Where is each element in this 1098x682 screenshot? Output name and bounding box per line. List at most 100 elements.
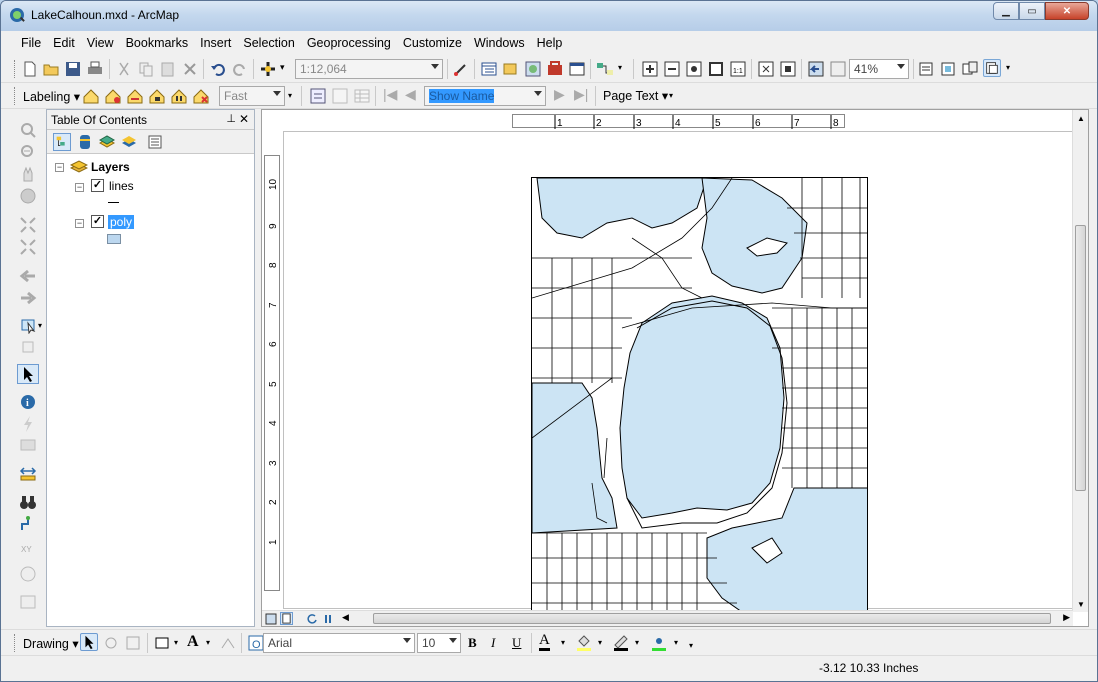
go-forward-extent-page-icon[interactable]: [829, 60, 847, 78]
clear-selection-tool[interactable]: [17, 337, 39, 357]
fill-color-icon[interactable]: [575, 633, 593, 651]
label-quality-combo[interactable]: Fast: [219, 86, 285, 106]
poly-collapse-toggle[interactable]: −: [75, 219, 84, 228]
change-layout-icon[interactable]: [961, 60, 979, 78]
layout-zoom-combo[interactable]: 41%: [849, 59, 909, 79]
next-extent-tool[interactable]: [17, 288, 39, 308]
select-elements-icon[interactable]: [80, 633, 98, 651]
lines-visibility-checkbox[interactable]: ✓: [91, 179, 104, 192]
font-combo[interactable]: Arial: [263, 633, 415, 653]
python-window-icon[interactable]: [568, 60, 586, 78]
layout-view[interactable]: 1 2 3 4 5 6 7 8 10 9 8 7 6 5 4 3 2 1 ▲ ▼…: [261, 109, 1089, 627]
lines-collapse-toggle[interactable]: −: [75, 183, 84, 192]
toolbar-grip[interactable]: [14, 60, 17, 78]
annotation-table-icon[interactable]: [353, 87, 371, 105]
font-color-icon[interactable]: A: [539, 633, 550, 651]
find-tool[interactable]: [17, 492, 39, 512]
identify-tool[interactable]: i: [17, 392, 39, 412]
list-by-drawing-order-icon[interactable]: [53, 133, 71, 151]
label-weight-icon[interactable]: [126, 87, 144, 105]
menu-insert[interactable]: Insert: [194, 36, 237, 50]
pan-page-icon[interactable]: [685, 60, 703, 78]
scroll-up-icon[interactable]: ▲: [1077, 114, 1085, 123]
minimize-button[interactable]: ▁: [993, 2, 1019, 20]
marker-color-icon[interactable]: [650, 633, 668, 651]
full-extent-tool[interactable]: [17, 186, 39, 206]
maximize-button[interactable]: ▭: [1019, 2, 1045, 20]
layout-view-icon[interactable]: [280, 612, 293, 625]
line-color-icon[interactable]: [612, 633, 630, 651]
menu-geoprocessing[interactable]: Geoprocessing: [301, 36, 397, 50]
menu-windows[interactable]: Windows: [468, 36, 531, 50]
menu-file[interactable]: File: [15, 36, 47, 50]
go-to-xy-tool[interactable]: XY: [17, 536, 39, 556]
toolbar-grip[interactable]: [14, 87, 17, 105]
redo-icon[interactable]: [231, 60, 249, 78]
poly-visibility-checkbox[interactable]: ✓: [91, 215, 104, 228]
rectangle-icon[interactable]: [153, 634, 171, 652]
model-builder-icon[interactable]: [596, 60, 614, 78]
new-document-icon[interactable]: [21, 60, 39, 78]
menu-bookmarks[interactable]: Bookmarks: [120, 36, 195, 50]
fixed-zoom-out-page-icon[interactable]: [779, 60, 797, 78]
hyperlink-tool[interactable]: [17, 414, 39, 434]
catalog-icon[interactable]: [502, 60, 520, 78]
pause-labeling-icon[interactable]: [170, 87, 188, 105]
zoom-whole-page-icon[interactable]: [707, 60, 725, 78]
previous-extent-tool[interactable]: [17, 266, 39, 286]
zoom-100-percent-icon[interactable]: 1:1: [729, 60, 747, 78]
show-field-combo[interactable]: Show Name: [424, 86, 546, 106]
italic-button[interactable]: I: [491, 635, 495, 651]
view-unplaced-labels-icon[interactable]: [192, 87, 210, 105]
data-frame[interactable]: [531, 177, 868, 611]
delete-icon[interactable]: [181, 60, 199, 78]
fixed-zoom-in-page-icon[interactable]: [757, 60, 775, 78]
add-data-icon[interactable]: [259, 60, 277, 78]
arctoolbox-icon[interactable]: [546, 60, 564, 78]
zoom-out-page-icon[interactable]: [663, 60, 681, 78]
copy-icon[interactable]: [137, 60, 155, 78]
html-popup-tool[interactable]: [17, 436, 39, 456]
table-of-contents-icon[interactable]: [480, 60, 498, 78]
refresh-icon[interactable]: [306, 613, 318, 625]
new-annotation-icon[interactable]: [331, 87, 349, 105]
menu-help[interactable]: Help: [531, 36, 569, 50]
menu-edit[interactable]: Edit: [47, 36, 81, 50]
toggle-draft-mode-icon[interactable]: [917, 60, 935, 78]
edit-vertices-icon[interactable]: [219, 634, 237, 652]
data-view-icon[interactable]: [265, 613, 277, 625]
zoom-in-tool[interactable]: [17, 120, 39, 140]
time-slider-tool[interactable]: [17, 564, 39, 584]
convert-labels-icon[interactable]: [309, 87, 327, 105]
last-record-icon[interactable]: ▶|: [574, 86, 588, 103]
create-viewer-tool[interactable]: [17, 592, 39, 612]
open-folder-icon[interactable]: [42, 60, 60, 78]
zoom-in-page-icon[interactable]: [641, 60, 659, 78]
labeling-menu[interactable]: Labeling ▾: [23, 89, 80, 104]
menu-view[interactable]: View: [81, 36, 120, 50]
pan-tool[interactable]: [17, 164, 39, 184]
underline-button[interactable]: U: [512, 635, 521, 651]
horizontal-scrollbar[interactable]: ▶: [355, 610, 1073, 626]
select-elements-tool[interactable]: [17, 364, 39, 384]
pin-icon[interactable]: ⊥: [226, 112, 236, 125]
close-button[interactable]: ✕: [1045, 2, 1089, 20]
select-features-tool[interactable]: ▾: [17, 315, 45, 335]
text-tool-icon[interactable]: A: [187, 633, 199, 651]
focus-data-frame-icon[interactable]: [939, 60, 957, 78]
find-route-tool[interactable]: [17, 514, 39, 534]
bold-button[interactable]: B: [468, 635, 477, 651]
paste-icon[interactable]: [159, 60, 177, 78]
list-by-source-icon[interactable]: [76, 133, 94, 151]
list-by-visibility-icon[interactable]: [98, 133, 116, 151]
fixed-zoom-in-tool[interactable]: [17, 215, 39, 235]
font-size-combo[interactable]: 10: [417, 633, 461, 653]
scroll-down-icon[interactable]: ▼: [1077, 600, 1085, 609]
editor-toolbar-icon[interactable]: [452, 60, 470, 78]
lock-labels-icon[interactable]: [148, 87, 166, 105]
menu-selection[interactable]: Selection: [237, 36, 300, 50]
label-manager-icon[interactable]: [82, 87, 100, 105]
fixed-zoom-out-tool[interactable]: [17, 237, 39, 257]
first-record-icon[interactable]: |◀: [383, 86, 397, 103]
toolbar-grip[interactable]: [14, 634, 17, 652]
